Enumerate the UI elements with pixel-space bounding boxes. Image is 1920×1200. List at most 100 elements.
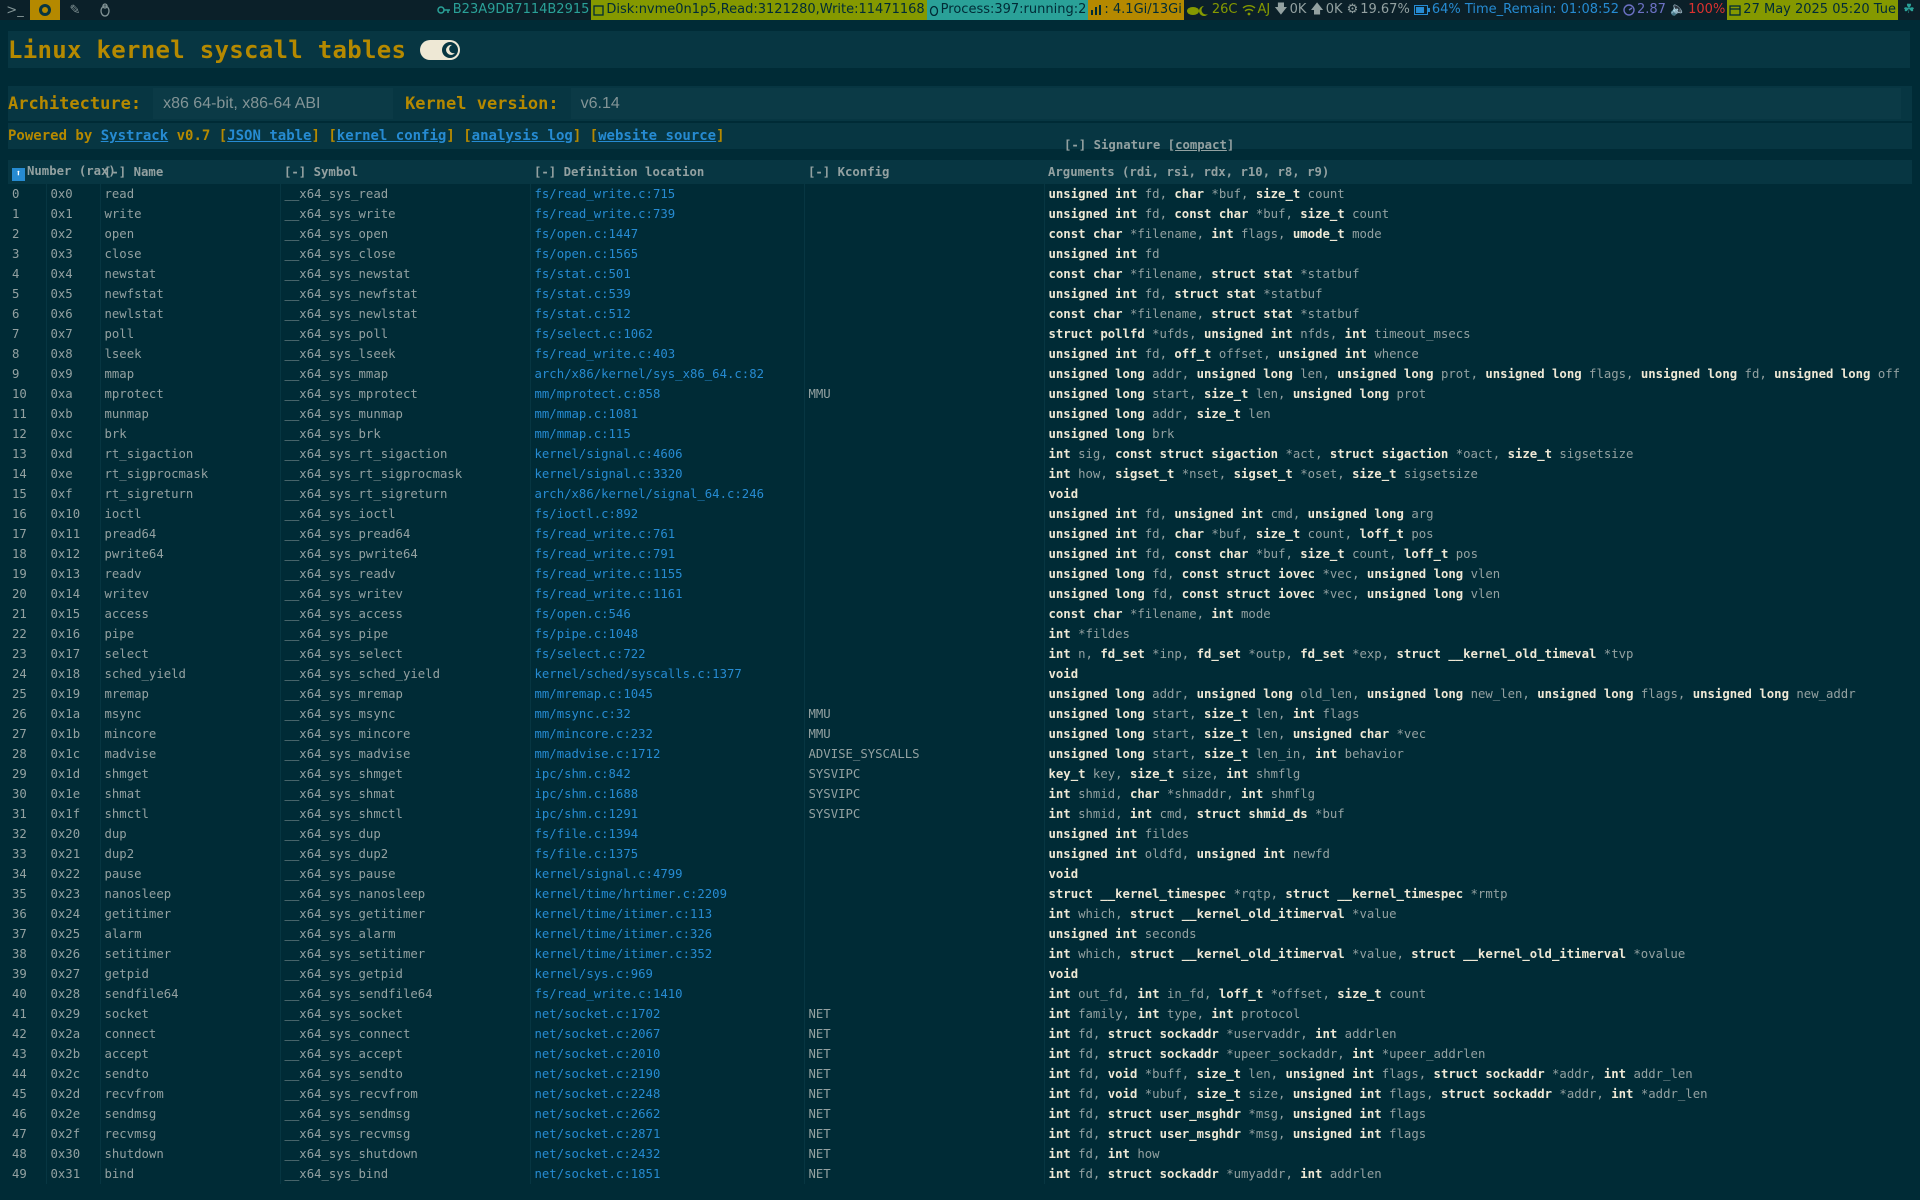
cell-location[interactable]: fs/open.c:1447: [529, 224, 804, 244]
volume-status[interactable]: 🔈 100%: [1668, 0, 1727, 20]
cell-name: shutdown: [99, 1144, 280, 1164]
cell-location[interactable]: net/socket.c:1702: [529, 1004, 804, 1024]
workspace-linux[interactable]: [90, 0, 120, 20]
col-symbol[interactable]: [-] Symbol: [280, 160, 530, 184]
cell-location[interactable]: mm/mremap.c:1045: [529, 684, 804, 704]
cell-location[interactable]: kernel/signal.c:3320: [529, 464, 804, 484]
cell-location[interactable]: net/socket.c:2662: [529, 1104, 804, 1124]
table-row: 6 0x6 newlstat __x64_sys_newlstat fs/stat.c:…: [8, 304, 1912, 324]
cell-location[interactable]: ipc/shm.c:1291: [529, 804, 804, 824]
cell-location[interactable]: mm/mmap.c:1081: [529, 404, 804, 424]
kernel-label: Kernel version:: [405, 93, 559, 114]
arch-select[interactable]: x86 64-bit, x86-64 ABI: [153, 88, 394, 119]
workspace-firefox[interactable]: [30, 0, 60, 20]
datetime-status[interactable]: 27 May 2025 05:20 Tue: [1727, 0, 1898, 20]
cell-location[interactable]: fs/read_write.c:1155: [529, 564, 804, 584]
signature-toggle[interactable]: [-] Signature [: [1064, 138, 1175, 152]
cell-location[interactable]: arch/x86/kernel/signal_64.c:246: [529, 484, 804, 504]
cell-name: open: [99, 224, 280, 244]
cell-location[interactable]: fs/read_write.c:739: [529, 204, 804, 224]
table-row: 22 0x16 pipe __x64_sys_pipe fs/pipe.c:1048 in…: [8, 624, 1912, 644]
cell-number: 17: [12, 527, 27, 541]
cell-number: 30: [12, 787, 27, 801]
cell-arguments: int n, fd_set *inp, fd_set *outp, fd_set…: [1043, 644, 1912, 664]
cell-location[interactable]: mm/mmap.c:115: [529, 424, 804, 444]
table-row: 13 0xd rt_sigaction __x64_sys_rt_sigaction k…: [8, 444, 1912, 464]
col-location[interactable]: [-] Definition location: [530, 160, 804, 184]
cell-location[interactable]: fs/pipe.c:1048: [529, 624, 804, 644]
cell-location[interactable]: fs/read_write.c:791: [529, 544, 804, 564]
systrack-link[interactable]: Systrack: [101, 128, 168, 144]
col-name[interactable]: [-] Name: [100, 160, 280, 184]
cell-location[interactable]: fs/open.c:546: [529, 604, 804, 624]
cell-hex: 0x7: [45, 324, 100, 344]
workspace-editor[interactable]: ✎: [60, 0, 90, 20]
cell-number: 49: [12, 1167, 27, 1181]
cell-arguments: unsigned int fd, char *buf, size_t count: [1043, 184, 1912, 204]
theme-toggle[interactable]: [420, 40, 461, 60]
col-arguments: Arguments (rdi, rsi, rdx, r10, r8, r9): [1044, 160, 1912, 184]
tray-icon[interactable]: ☘: [1898, 0, 1920, 20]
cell-number: 6: [12, 307, 20, 321]
col-kconfig[interactable]: [-] Kconfig: [804, 160, 1044, 184]
cell-location[interactable]: net/socket.c:2432: [529, 1144, 804, 1164]
cell-location[interactable]: fs/read_write.c:1410: [529, 984, 804, 1004]
cell-location[interactable]: kernel/time/itimer.c:326: [529, 924, 804, 944]
cell-location[interactable]: net/socket.c:2067: [529, 1024, 804, 1044]
cell-location[interactable]: net/socket.c:2248: [529, 1084, 804, 1104]
cell-location[interactable]: fs/select.c:722: [529, 644, 804, 664]
cell-location[interactable]: kernel/time/itimer.c:113: [529, 904, 804, 924]
cell-location[interactable]: kernel/sched/syscalls.c:1377: [529, 664, 804, 684]
cell-location[interactable]: net/socket.c:2871: [529, 1124, 804, 1144]
cell-location[interactable]: ipc/shm.c:842: [529, 764, 804, 784]
cell-hex: 0x13: [45, 564, 100, 584]
cell-location[interactable]: fs/read_write.c:761: [529, 524, 804, 544]
cell-location[interactable]: fs/ioctl.c:892: [529, 504, 804, 524]
table-row: 31 0x1f shmctl __x64_sys_shmctl ipc/shm.c:12…: [8, 804, 1912, 824]
cell-location[interactable]: mm/mincore.c:232: [529, 724, 804, 744]
cell-number: 42: [12, 1027, 27, 1041]
cell-location[interactable]: mm/msync.c:32: [529, 704, 804, 724]
workspace-terminal[interactable]: >_: [0, 0, 30, 20]
cell-arguments: unsigned int fd: [1043, 244, 1912, 264]
cell-number: 2: [12, 227, 20, 241]
cell-location[interactable]: ipc/shm.c:1688: [529, 784, 804, 804]
cell-location[interactable]: fs/select.c:1062: [529, 324, 804, 344]
cell-location[interactable]: arch/x86/kernel/sys_x86_64.c:82: [529, 364, 804, 384]
cell-location[interactable]: net/socket.c:1851: [529, 1164, 804, 1184]
col-number[interactable]: ⬆ Number (rax): [8, 160, 116, 184]
cell-name: connect: [99, 1024, 280, 1044]
cell-kconfig: [803, 224, 1044, 244]
table-row: 15 0xf rt_sigreturn __x64_sys_rt_sigreturn a…: [8, 484, 1912, 504]
cell-location[interactable]: mm/madvise.c:1712: [529, 744, 804, 764]
cell-location[interactable]: fs/stat.c:539: [529, 284, 804, 304]
cell-location[interactable]: fs/stat.c:512: [529, 304, 804, 324]
cell-location[interactable]: kernel/sys.c:969: [529, 964, 804, 984]
cell-kconfig: [803, 924, 1044, 944]
cell-location[interactable]: kernel/signal.c:4799: [529, 864, 804, 884]
cell-location[interactable]: fs/file.c:1375: [529, 844, 804, 864]
kernel-config-link[interactable]: kernel config: [337, 128, 447, 144]
cell-location[interactable]: net/socket.c:2010: [529, 1044, 804, 1064]
cell-location[interactable]: kernel/time/hrtimer.c:2209: [529, 884, 804, 904]
cell-location[interactable]: fs/read_write.c:403: [529, 344, 804, 364]
kernel-select[interactable]: v6.14: [570, 88, 1901, 119]
cell-location[interactable]: fs/open.c:1565: [529, 244, 804, 264]
cell-name: select: [99, 644, 280, 664]
cell-arguments: const char *filename, struct stat *statb…: [1043, 264, 1912, 284]
cell-location[interactable]: fs/file.c:1394: [529, 824, 804, 844]
cell-location[interactable]: net/socket.c:2190: [529, 1064, 804, 1084]
analysis-log-link[interactable]: analysis log: [472, 128, 573, 144]
cell-location[interactable]: kernel/time/itimer.c:352: [529, 944, 804, 964]
cell-symbol: __x64_sys_accept: [279, 1044, 530, 1064]
json-table-link[interactable]: JSON table: [227, 128, 311, 144]
cell-location[interactable]: fs/stat.c:501: [529, 264, 804, 284]
cell-name: pwrite64: [99, 544, 280, 564]
cell-location[interactable]: mm/mprotect.c:858: [529, 384, 804, 404]
website-source-link[interactable]: website source: [598, 128, 716, 144]
net-down-text: 0K: [1289, 2, 1307, 17]
cell-location[interactable]: fs/read_write.c:715: [529, 184, 804, 204]
compact-link[interactable]: compact: [1175, 138, 1227, 152]
cell-location[interactable]: fs/read_write.c:1161: [529, 584, 804, 604]
cell-location[interactable]: kernel/signal.c:4606: [529, 444, 804, 464]
